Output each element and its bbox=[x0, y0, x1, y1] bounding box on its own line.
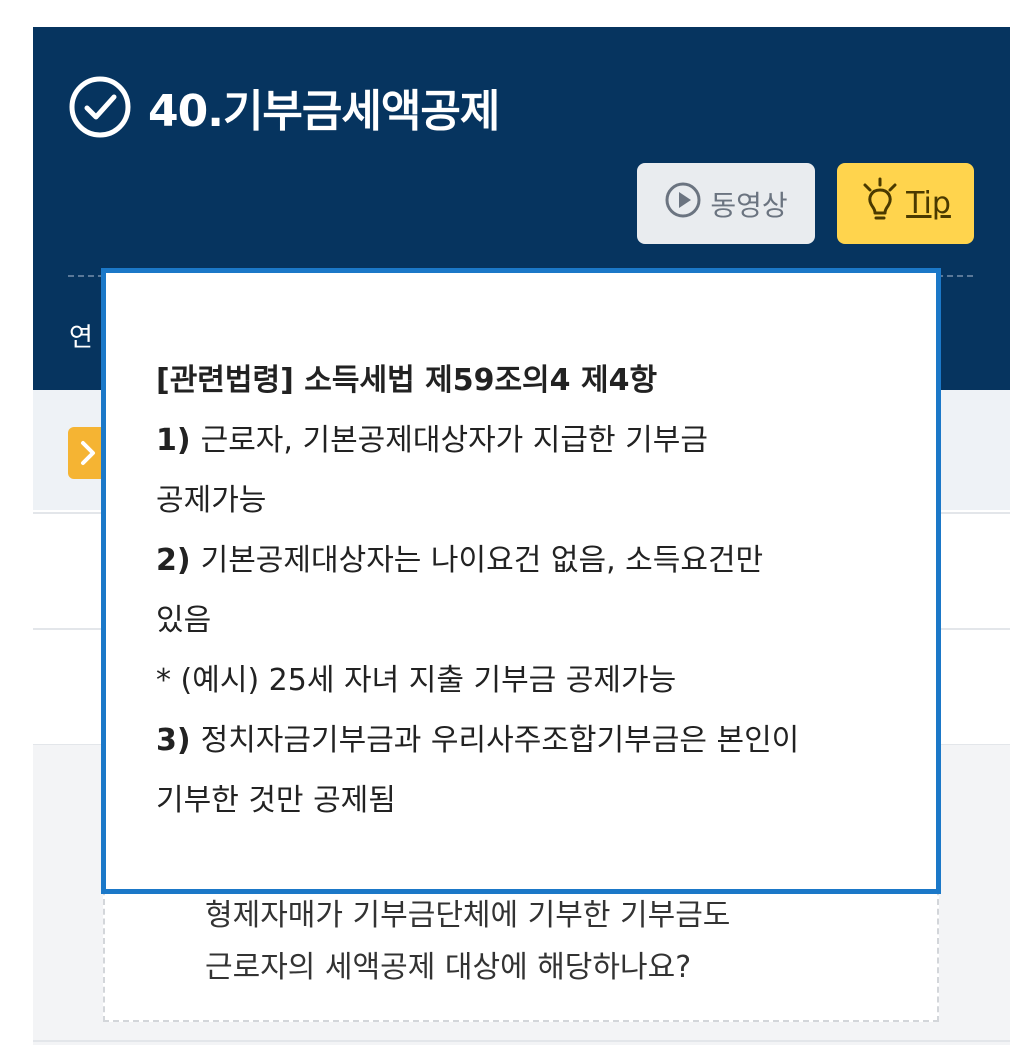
item-number: 2) bbox=[156, 543, 191, 578]
lightbulb-icon bbox=[860, 177, 900, 231]
item-text-continued: 기부한 것만 공제됨 bbox=[156, 783, 396, 818]
popup-note: * (예시) 25세 자녀 지출 기부금 공제가능 bbox=[156, 663, 677, 698]
question-text: 형제자매가 기부금단체에 기부한 기부금도 근로자의 세액공제 대상에 해당하나… bbox=[205, 890, 730, 994]
check-circle-icon bbox=[68, 75, 132, 139]
page-title: 40.기부금세액공제 bbox=[148, 86, 500, 137]
question-line: 근로자의 세액공제 대상에 해당하나요? bbox=[205, 950, 692, 985]
video-button[interactable]: 동영상 bbox=[637, 163, 815, 244]
title-row: 40.기부금세액공제 bbox=[68, 75, 500, 139]
tip-popup-body: [관련법령] 소득세법 제59조의4 제4항 1) 근로자, 기본공제대상자가 지… bbox=[156, 351, 916, 831]
item-text-continued: 있음 bbox=[156, 603, 212, 638]
video-button-label: 동영상 bbox=[710, 188, 788, 222]
popup-item: 3) 정치자금기부금과 우리사주조합기부금은 본인이 bbox=[156, 711, 916, 771]
tip-popup[interactable]: [관련법령] 소득세법 제59조의4 제4항 1) 근로자, 기본공제대상자가 지… bbox=[101, 268, 941, 894]
page: 40.기부금세액공제 동영상 Tip 연 형제자매가 기부금단체에 기부한 기부… bbox=[0, 0, 1024, 1054]
item-text-continued: 공제가능 bbox=[156, 483, 267, 518]
header-partial-text: 연 bbox=[69, 323, 93, 353]
item-text: 근로자, 기본공제대상자가 지급한 기부금 bbox=[200, 423, 708, 458]
tip-button[interactable]: Tip bbox=[837, 163, 974, 244]
tip-button-label: Tip bbox=[906, 186, 951, 221]
item-text: 정치자금기부금과 우리사주조합기부금은 본인이 bbox=[200, 723, 800, 758]
bottom-divider bbox=[33, 1040, 1010, 1042]
chevron-right-icon bbox=[81, 441, 95, 465]
popup-item: 2) 기본공제대상자는 나이요건 없음, 소득요건만 bbox=[156, 531, 916, 591]
play-circle-icon bbox=[664, 181, 710, 226]
popup-heading: [관련법령] 소득세법 제59조의4 제4항 bbox=[156, 363, 658, 398]
popup-item: 1) 근로자, 기본공제대상자가 지급한 기부금 bbox=[156, 411, 916, 471]
item-text: 기본공제대상자는 나이요건 없음, 소득요건만 bbox=[200, 543, 764, 578]
item-number: 1) bbox=[156, 423, 191, 458]
question-line: 형제자매가 기부금단체에 기부한 기부금도 bbox=[205, 898, 731, 933]
item-number: 3) bbox=[156, 723, 191, 758]
